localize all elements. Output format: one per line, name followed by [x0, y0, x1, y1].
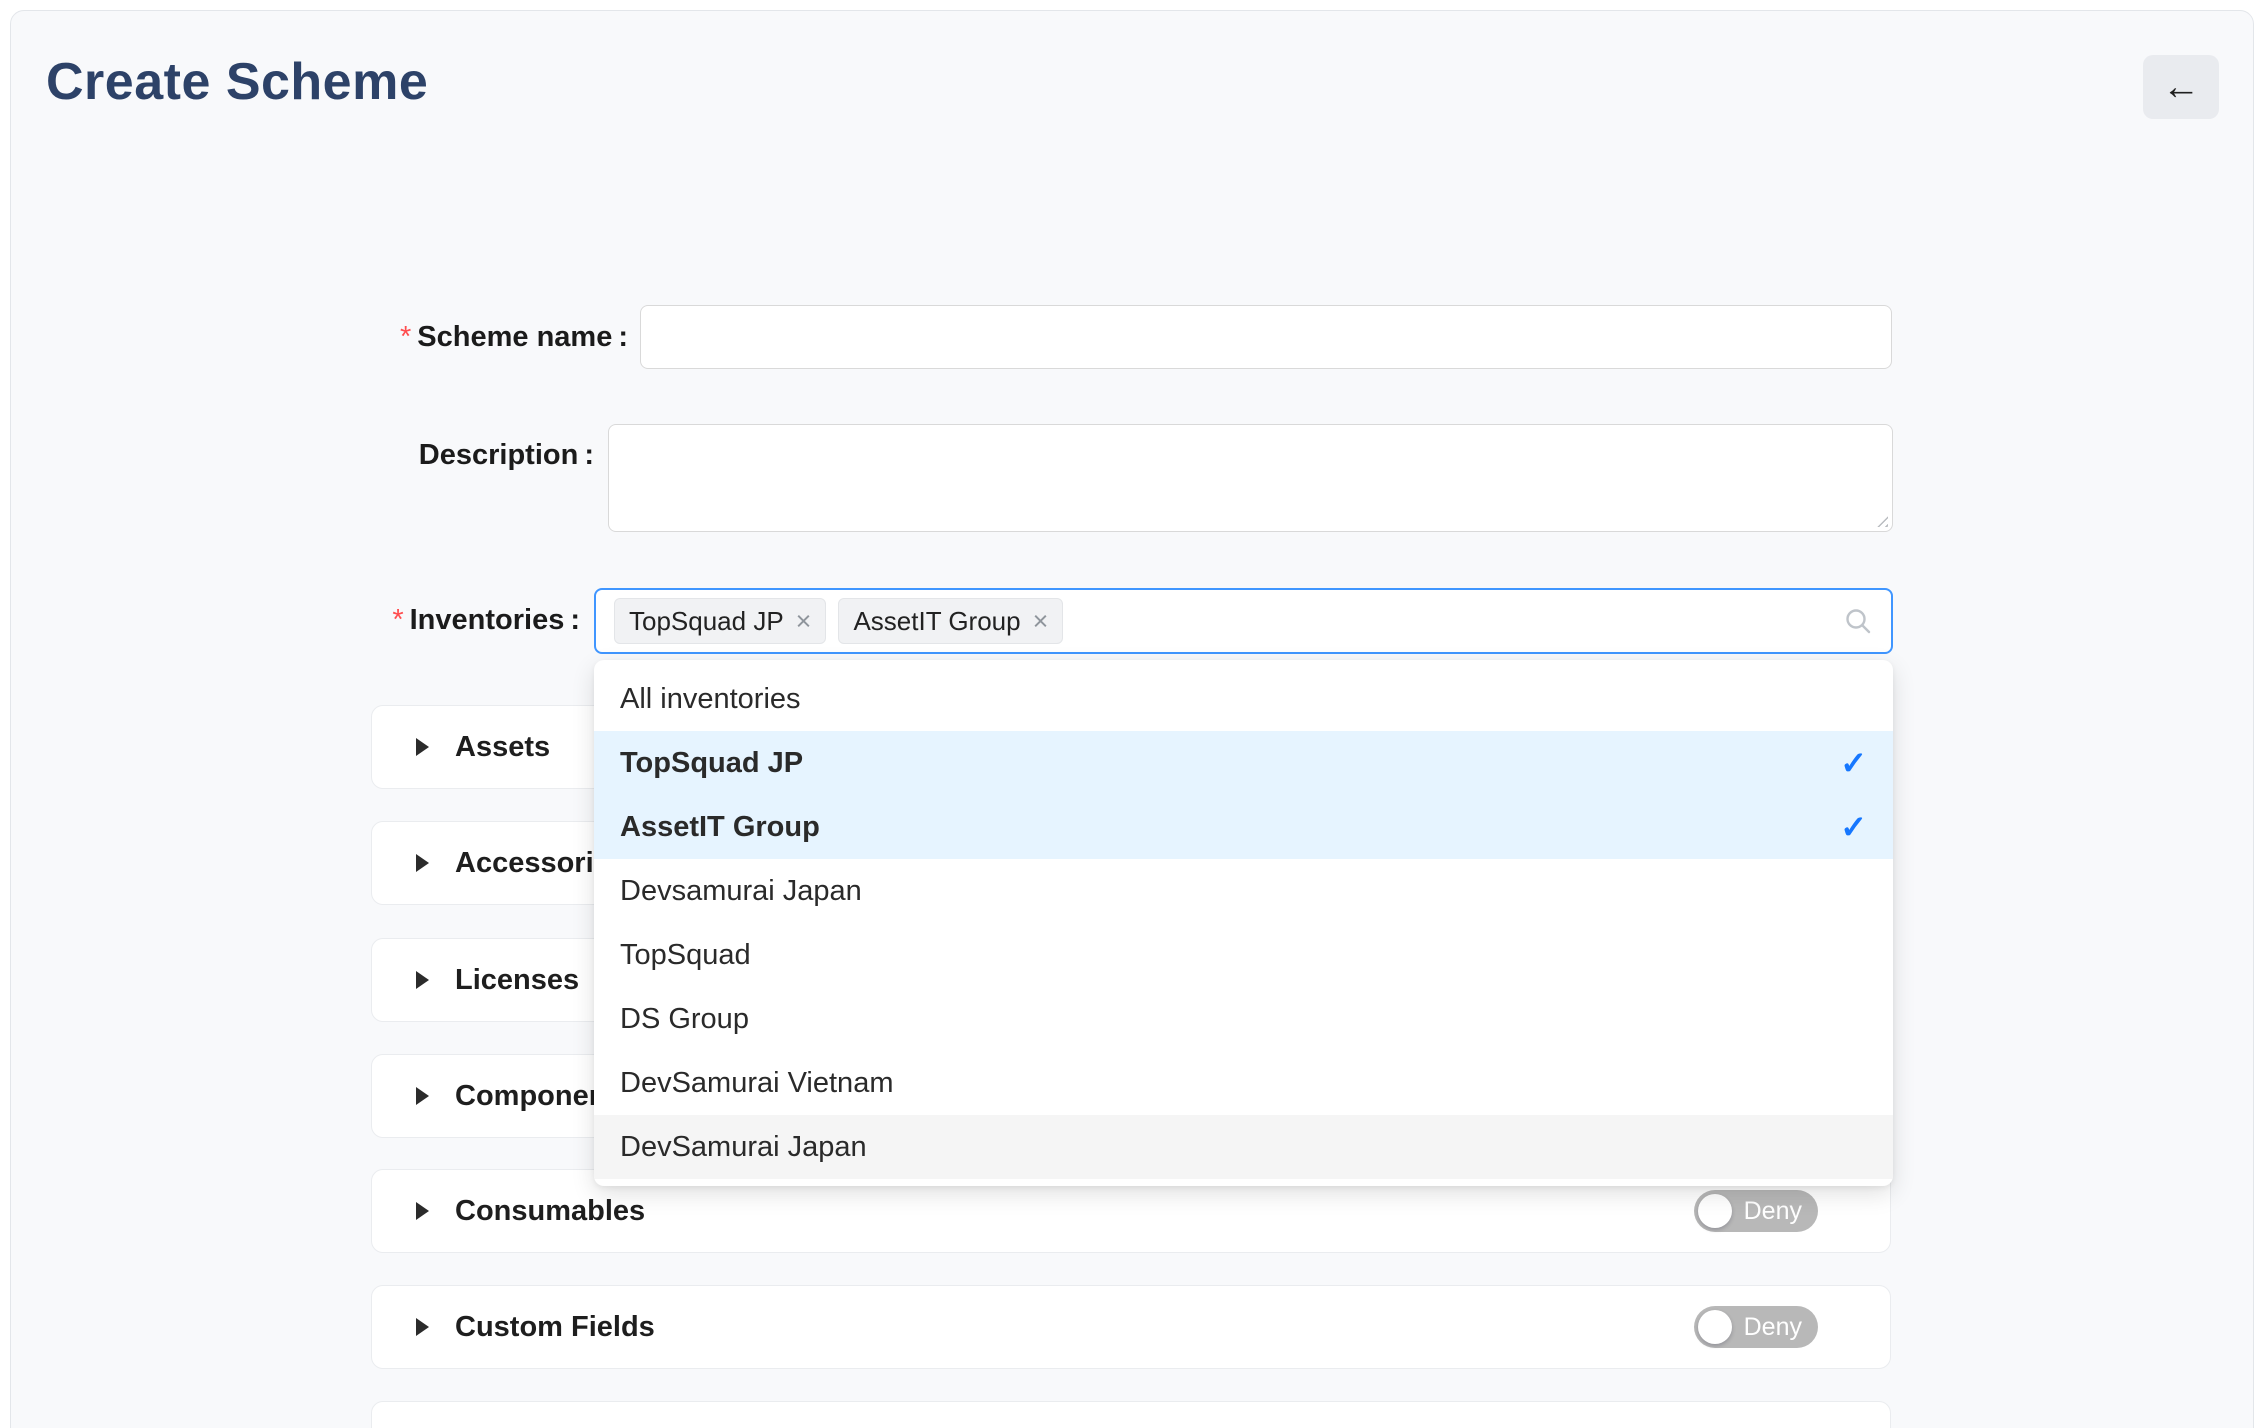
caret-right-icon — [416, 1202, 429, 1220]
dropdown-option[interactable]: DevSamurai Vietnam — [594, 1051, 1893, 1115]
label-colon: : — [570, 604, 580, 636]
dropdown-option[interactable]: Devsamurai Japan — [594, 859, 1893, 923]
dropdown-option[interactable]: TopSquad JP ✓ — [594, 731, 1893, 795]
page-title: Create Scheme — [46, 52, 428, 112]
caret-right-icon — [416, 1318, 429, 1336]
check-icon: ✓ — [1840, 744, 1867, 782]
dropdown-option[interactable]: AssetIT Group ✓ — [594, 795, 1893, 859]
selected-tag: TopSquad JP × — [614, 598, 826, 644]
toggle-knob — [1698, 1194, 1732, 1228]
dropdown-option[interactable]: DevSamurai Japan — [594, 1115, 1893, 1179]
option-label: All inventories — [620, 683, 801, 716]
tag-label: AssetIT Group — [853, 606, 1020, 637]
description-field-wrap — [608, 424, 1893, 532]
dropdown-option[interactable]: DS Group — [594, 987, 1893, 1051]
label-colon: : — [618, 321, 628, 353]
tag-label: TopSquad JP — [629, 606, 784, 637]
panel-label: Assets — [455, 731, 550, 764]
inventories-label-text: Inventories — [410, 604, 565, 636]
option-label: TopSquad — [620, 939, 751, 972]
scheme-name-input[interactable] — [640, 305, 1892, 369]
caret-right-icon — [416, 1087, 429, 1105]
check-icon: ✓ — [1840, 808, 1867, 846]
caret-right-icon — [416, 971, 429, 989]
inventories-dropdown: All inventories TopSquad JP ✓ AssetIT Gr… — [594, 660, 1893, 1186]
caret-right-icon — [416, 738, 429, 756]
inventories-label: *Inventories: — [392, 603, 580, 637]
label-colon: : — [584, 439, 594, 471]
toggle-label: Deny — [1744, 1190, 1802, 1232]
caret-right-icon — [416, 854, 429, 872]
option-label: Devsamurai Japan — [620, 875, 862, 908]
description-label-text: Description — [419, 439, 579, 471]
tag-close-icon[interactable]: × — [796, 608, 812, 635]
arrow-left-icon: ← — [2162, 66, 2200, 109]
scheme-name-label: *Scheme name: — [400, 320, 628, 354]
inventories-multiselect[interactable]: TopSquad JP × AssetIT Group × — [594, 588, 1893, 654]
deny-toggle[interactable]: Deny — [1694, 1190, 1818, 1232]
required-asterisk: * — [400, 321, 411, 353]
required-asterisk: * — [392, 604, 403, 636]
dropdown-option[interactable]: TopSquad — [594, 923, 1893, 987]
option-label: DevSamurai Japan — [620, 1131, 867, 1164]
scheme-name-label-text: Scheme name — [417, 321, 612, 353]
toggle-label: Deny — [1744, 1306, 1802, 1348]
tag-close-icon[interactable]: × — [1033, 608, 1049, 635]
option-label: DS Group — [620, 1003, 749, 1036]
option-label: DevSamurai Vietnam — [620, 1067, 893, 1100]
description-textarea[interactable] — [608, 424, 1893, 532]
toggle-knob — [1698, 1310, 1732, 1344]
back-button[interactable]: ← — [2143, 55, 2219, 119]
option-label: TopSquad JP — [620, 747, 803, 780]
dropdown-option[interactable]: All inventories — [594, 667, 1893, 731]
option-label: AssetIT Group — [620, 811, 820, 844]
panel-partial[interactable] — [371, 1401, 1891, 1428]
panel-label: Custom Fields — [455, 1311, 655, 1344]
panel-label: Consumables — [455, 1195, 645, 1228]
deny-toggle[interactable]: Deny — [1694, 1306, 1818, 1348]
selected-tag: AssetIT Group × — [838, 598, 1063, 644]
panel-label: Licenses — [455, 964, 579, 997]
description-label: Description: — [419, 438, 594, 472]
panel-custom-fields[interactable]: Custom Fields Deny — [371, 1285, 1891, 1369]
search-icon — [1843, 606, 1873, 636]
